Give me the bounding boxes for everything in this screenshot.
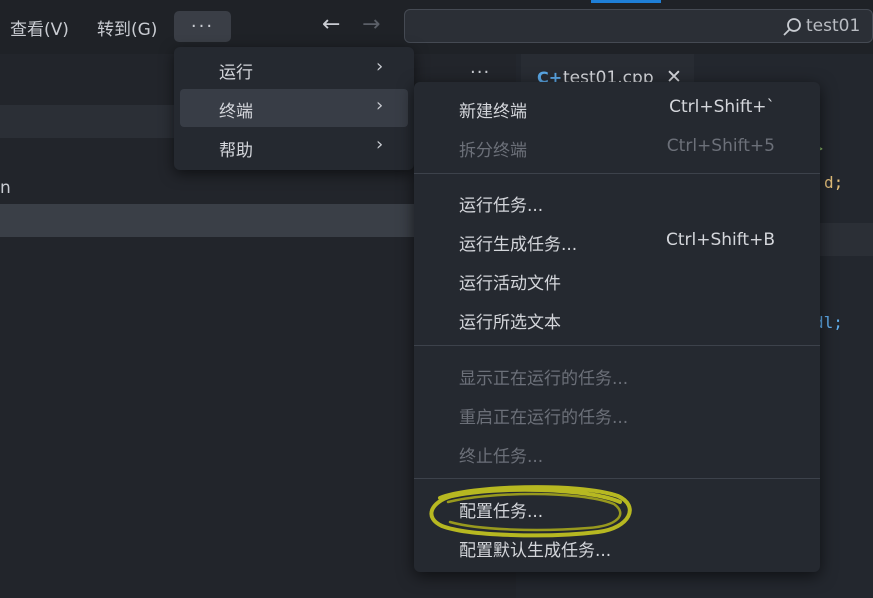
menu-item-restart-running-task[interactable]: 重启正在运行的任务...: [414, 395, 820, 433]
menu-separator: [414, 478, 820, 479]
menu-item-terminal[interactable]: 终端 ›: [180, 89, 408, 127]
menu-item-label: 拆分终端: [459, 141, 527, 161]
menu-item-label: 运行任务...: [459, 196, 544, 216]
menu-item-run-selected-text[interactable]: 运行所选文本: [414, 300, 820, 338]
forward-arrow-icon[interactable]: →: [362, 12, 380, 37]
more-menus-button[interactable]: ···: [174, 11, 231, 42]
menu-item-label: 运行活动文件: [459, 274, 561, 294]
back-arrow-icon[interactable]: ←: [322, 12, 340, 37]
menu-view[interactable]: 查看(V): [10, 15, 69, 40]
menu-item-label: 运行所选文本: [459, 313, 561, 333]
sidebar-row-text[interactable]: n: [0, 178, 11, 198]
search-text: test01: [806, 16, 861, 36]
menu-item-label: 新建终端: [459, 102, 527, 122]
menu-item-label: 终端: [219, 102, 253, 122]
menu-item-run-task[interactable]: 运行任务...: [414, 183, 820, 221]
menu-item-new-terminal[interactable]: 新建终端 Ctrl+Shift+`: [414, 89, 820, 127]
chevron-right-icon: ›: [376, 56, 384, 77]
menu-item-label: 显示正在运行的任务...: [459, 369, 629, 389]
shortcut-label: Ctrl+Shift+`: [669, 97, 775, 117]
menu-item-label: 配置默认生成任务...: [459, 541, 612, 561]
active-indicator: [591, 0, 661, 3]
chevron-right-icon: ›: [376, 134, 384, 155]
highlight-annotation: [429, 485, 632, 538]
menu-item-label: 帮助: [219, 141, 253, 161]
menu-goto[interactable]: 转到(G): [97, 15, 157, 40]
menu-item-run-active-file[interactable]: 运行活动文件: [414, 261, 820, 299]
code-fragment-1: d;: [824, 173, 844, 192]
chevron-right-icon: ›: [376, 95, 384, 116]
shortcut-label: Ctrl+Shift+B: [665, 230, 775, 250]
menu-separator: [414, 173, 820, 174]
menu-item-label: 运行生成任务...: [459, 235, 578, 255]
menu-item-run[interactable]: 运行 ›: [180, 50, 408, 88]
more-menu-dropdown: 运行 › 终端 › 帮助 ›: [174, 47, 414, 170]
menu-item-show-running-tasks[interactable]: 显示正在运行的任务...: [414, 356, 820, 394]
menu-separator: [414, 345, 820, 346]
search-icon: [783, 18, 801, 36]
sidebar-selected-row[interactable]: [0, 204, 414, 237]
menu-item-split-terminal[interactable]: 拆分终端 Ctrl+Shift+5: [414, 128, 820, 166]
menu-item-label: 重启正在运行的任务...: [459, 408, 629, 428]
sidebar-more-icon[interactable]: ···: [470, 62, 490, 83]
menu-item-label: 终止任务...: [459, 447, 544, 467]
menu-item-label: 运行: [219, 63, 253, 83]
menu-item-run-build-task[interactable]: 运行生成任务... Ctrl+Shift+B: [414, 222, 820, 260]
menu-item-help[interactable]: 帮助 ›: [180, 128, 408, 166]
command-center-search[interactable]: test01: [404, 9, 873, 43]
shortcut-label: Ctrl+Shift+5: [666, 136, 775, 156]
menu-item-terminate-task[interactable]: 终止任务...: [414, 434, 820, 472]
more-icon: ···: [190, 16, 215, 37]
